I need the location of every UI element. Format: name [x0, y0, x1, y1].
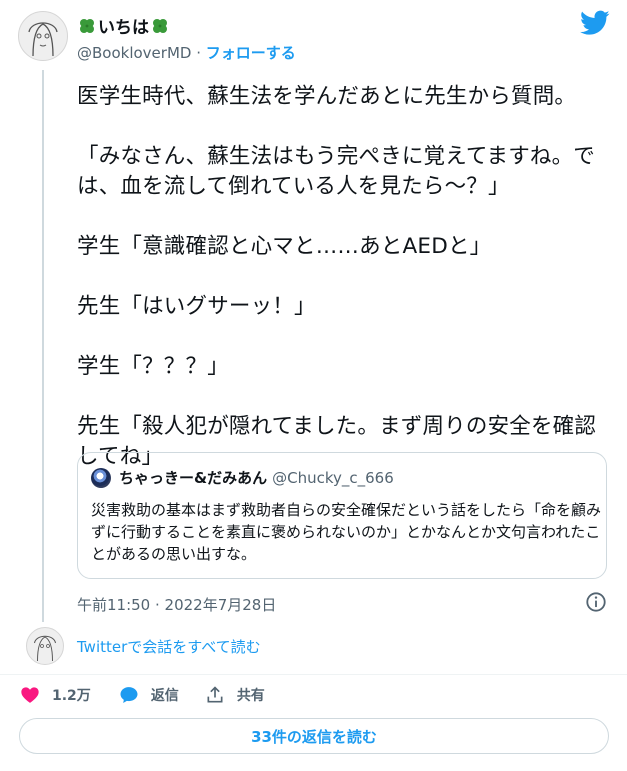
info-icon[interactable] — [585, 591, 607, 613]
share-label: 共有 — [236, 688, 265, 704]
conversation-avatar — [26, 627, 64, 665]
divider — [0, 674, 627, 675]
share-button[interactable]: 共有 — [205, 685, 265, 705]
tweet-embed: いちは @BookloverMD · フォローする 医学生時代、蘇生法を学んだあ… — [0, 0, 627, 771]
thread-line — [42, 70, 44, 622]
twitter-bird-icon[interactable] — [580, 10, 610, 36]
heart-icon — [21, 687, 39, 703]
tweet-text: 医学生時代、蘇生法を学んだあとに先生から質問。 「みなさん、蘇生法はもう完ぺきに… — [77, 84, 597, 469]
quoted-author-name: ちゃっきー&だみあん — [119, 469, 268, 487]
reply-button[interactable]: 返信 — [119, 685, 179, 705]
author-meta: @BookloverMD · フォローする — [77, 42, 296, 63]
reply-label: 返信 — [150, 688, 179, 704]
reply-bubble-icon — [120, 687, 138, 703]
read-conversation-link[interactable]: Twitterで会話をすべて読む — [77, 636, 261, 657]
like-button[interactable]: 1.2万 — [20, 685, 91, 705]
author-avatar[interactable] — [18, 11, 68, 61]
follow-button[interactable]: フォローする — [206, 44, 296, 62]
read-replies-label: 33件の返信を読む — [251, 727, 377, 746]
separator-dot: · — [196, 44, 202, 62]
author-handle[interactable]: @BookloverMD — [77, 44, 191, 62]
like-count: 1.2万 — [52, 688, 91, 704]
quoted-tweet[interactable]: ちゃっきー&だみあん @Chucky_c_666 災害救助の基本はまず救助者自ら… — [77, 452, 607, 579]
four-leaf-clover-icon — [80, 18, 94, 33]
action-bar: 1.2万 返信 共有 — [20, 684, 287, 706]
four-leaf-clover-icon — [153, 18, 167, 33]
tweet-timestamp[interactable]: 午前11:50 · 2022年7月28日 — [77, 594, 276, 615]
quoted-author-avatar — [91, 467, 111, 488]
author-display-name: いちは — [98, 18, 149, 38]
quoted-author-handle: @Chucky_c_666 — [272, 468, 394, 487]
quoted-tweet-header: ちゃっきー&だみあん @Chucky_c_666 — [91, 467, 394, 488]
share-icon — [207, 686, 223, 703]
quoted-tweet-text: 災害救助の基本はまず救助者自らの安全確保だという話をしたら「命を顧みずに行動する… — [91, 501, 602, 563]
author-name[interactable]: いちは — [77, 13, 170, 38]
read-replies-button[interactable]: 33件の返信を読む — [19, 718, 609, 754]
